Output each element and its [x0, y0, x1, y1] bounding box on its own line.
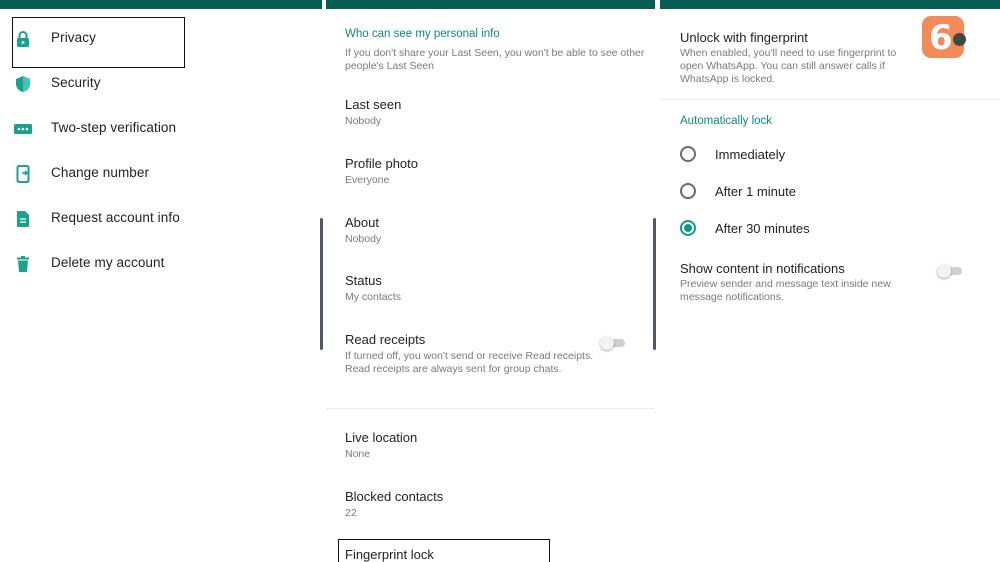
section-hint: If you don't share your Last Seen, you w…	[345, 47, 645, 72]
menu-item-change-number[interactable]: Change number	[0, 152, 322, 196]
fingerprint-lock-panel: Unlock with fingerprint When enabled, yo…	[660, 0, 1000, 562]
option-label: Immediately	[715, 147, 786, 162]
auto-lock-title: Automatically lock	[680, 115, 773, 127]
radio-button-selected[interactable]	[680, 220, 696, 236]
item-title: Live location	[345, 430, 418, 445]
item-title: Blocked contacts	[345, 489, 444, 504]
logo-dot	[953, 33, 966, 46]
radio-button[interactable]	[680, 183, 696, 199]
read-receipts-toggle[interactable]	[600, 336, 626, 350]
menu-item-request-account-info[interactable]: Request account info	[0, 197, 322, 241]
privacy-highlight-box	[12, 17, 185, 68]
item-title: Profile photo	[345, 156, 418, 171]
item-title: Last seen	[345, 97, 402, 112]
scroll-indicator	[320, 218, 323, 350]
scroll-indicator	[653, 218, 656, 350]
logo-text: 6	[929, 18, 953, 58]
unlock-description: When enabled, you'll need to use fingerp…	[680, 47, 897, 85]
item-description: If turned off, you won't send or receive…	[345, 350, 594, 375]
radio-button[interactable]	[680, 146, 696, 162]
option-label: After 30 minutes	[715, 221, 810, 236]
site-logo: 6	[922, 16, 966, 58]
section-title: Who can see my personal info	[345, 28, 500, 40]
menu-item-label: Change number	[51, 165, 150, 180]
show-content-description: Preview sender and message text inside n…	[680, 278, 891, 303]
unlock-title: Unlock with fingerprint	[680, 30, 808, 45]
app-header-bar	[0, 0, 322, 9]
show-content-title: Show content in notifications	[680, 261, 845, 276]
section-divider	[660, 99, 1000, 100]
menu-item-label: Security	[51, 75, 101, 90]
item-title: About	[345, 215, 379, 230]
item-value: 22	[345, 507, 357, 519]
account-menu-panel: Privacy Security Two-step verification C…	[0, 0, 322, 562]
item-title: Status	[345, 273, 382, 288]
menu-item-security[interactable]: Security	[0, 62, 322, 106]
menu-item-delete-account[interactable]: Delete my account	[0, 242, 322, 286]
item-title: Read receipts	[345, 332, 426, 347]
phone-change-icon	[16, 165, 30, 183]
dots-icon	[14, 124, 32, 134]
item-value: My contacts	[345, 291, 402, 303]
menu-item-label: Two-step verification	[51, 120, 177, 135]
app-header-bar	[326, 0, 655, 9]
item-value: None	[345, 448, 371, 460]
trash-icon	[17, 256, 29, 272]
fingerprint-lock-highlight-box	[338, 539, 550, 562]
show-content-toggle[interactable]	[937, 264, 963, 278]
item-value: Nobody	[345, 233, 382, 245]
option-label: After 1 minute	[715, 184, 796, 199]
privacy-panel: Who can see my personal info If you don'…	[326, 0, 655, 562]
menu-item-label: Delete my account	[51, 255, 165, 270]
document-icon	[17, 211, 29, 227]
section-divider	[326, 408, 655, 409]
app-header-bar	[660, 0, 1000, 9]
item-value: Everyone	[345, 174, 390, 186]
shield-icon	[16, 76, 30, 92]
menu-item-two-step-verification[interactable]: Two-step verification	[0, 107, 322, 151]
item-value: Nobody	[345, 115, 382, 127]
menu-item-label: Request account info	[51, 210, 180, 225]
